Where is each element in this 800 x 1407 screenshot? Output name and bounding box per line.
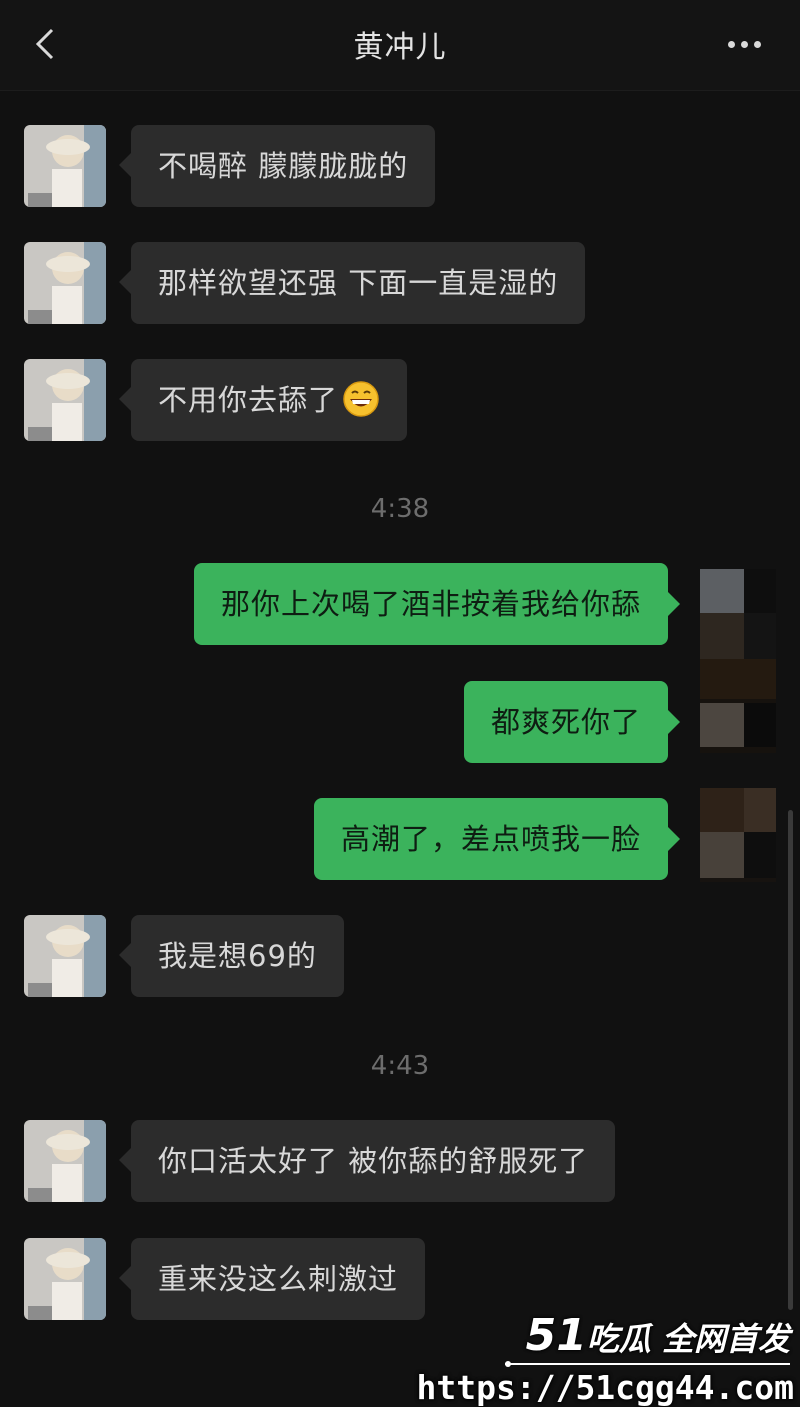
contact-avatar[interactable] <box>24 359 106 441</box>
grinning-face-emoji <box>343 381 379 417</box>
message-bubble-incoming[interactable]: 重来没这么刺激过 <box>118 1238 426 1320</box>
message-text: 不用你去舔了 <box>158 383 339 417</box>
watermark-brand-number: 51 <box>525 1310 587 1361</box>
contact-avatar[interactable] <box>24 915 106 997</box>
my-avatar[interactable] <box>700 788 776 882</box>
timestamp: 4:38 <box>370 494 430 524</box>
watermark-url: https://51cgg44.com <box>416 1368 795 1407</box>
contact-avatar[interactable] <box>24 1120 106 1202</box>
timestamp: 4:43 <box>370 1051 430 1081</box>
watermark-brand: 51吃瓜 全网首发 <box>526 1310 790 1361</box>
contact-avatar[interactable] <box>24 242 106 324</box>
my-avatar[interactable] <box>700 659 776 753</box>
message-bubble-incoming[interactable]: 不用你去舔了 <box>118 359 408 441</box>
message-bubble-incoming[interactable]: 那样欲望还强 下面一直是湿的 <box>118 242 586 324</box>
message-bubble-incoming[interactable]: 我是想69的 <box>119 915 344 997</box>
message-bubble-outgoing[interactable]: 都爽死你了 <box>463 681 681 763</box>
more-button[interactable] <box>724 30 764 58</box>
chat-title: 黄冲儿 <box>353 30 447 65</box>
watermark-divider <box>505 1361 790 1367</box>
top-bar: 黄冲儿 <box>0 0 800 91</box>
message-bubble-incoming[interactable]: 你口活太好了 被你舔的舒服死了 <box>118 1120 616 1202</box>
contact-avatar[interactable] <box>24 125 106 207</box>
my-avatar[interactable] <box>700 569 776 663</box>
more-dots-icon <box>727 40 735 48</box>
contact-avatar[interactable] <box>24 1238 106 1320</box>
scrollbar[interactable] <box>788 810 793 1310</box>
watermark-brand-text: 吃瓜 全网首发 <box>586 1320 790 1358</box>
message-bubble-incoming[interactable]: 不喝醉 朦朦胧胧的 <box>118 125 436 207</box>
message-bubble-outgoing[interactable]: 那你上次喝了酒非按着我给你舔 <box>193 563 681 645</box>
message-bubble-outgoing[interactable]: 高潮了，差点喷我一脸 <box>313 798 681 880</box>
